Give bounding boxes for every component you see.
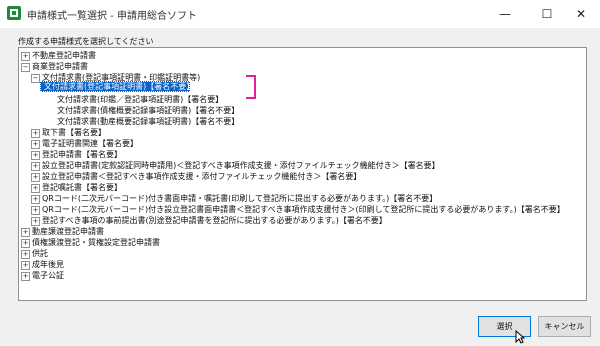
expand-icon[interactable]: + bbox=[21, 52, 30, 61]
collapse-icon[interactable]: − bbox=[21, 63, 30, 72]
expand-icon[interactable]: + bbox=[21, 250, 30, 259]
close-button[interactable]: ✕ bbox=[562, 0, 600, 28]
tree-item-label: 成年後見 bbox=[32, 260, 64, 269]
window-title: 申請様式一覧選択 - 申請用総合ソフト bbox=[27, 11, 197, 22]
expand-icon[interactable]: + bbox=[21, 228, 30, 237]
tree-item-label: 債権譲渡登記・質権設定登記申請書 bbox=[32, 238, 160, 247]
annotation-bracket bbox=[246, 75, 256, 99]
expand-icon[interactable]: + bbox=[31, 217, 40, 226]
expand-icon[interactable]: + bbox=[31, 151, 40, 160]
tree-item-label: 登記申請書【署名要】 bbox=[42, 150, 122, 159]
expand-icon[interactable]: + bbox=[31, 129, 40, 138]
tree-item-label: 電子公証 bbox=[32, 271, 64, 280]
expand-icon[interactable]: + bbox=[31, 162, 40, 171]
tree-item-label: 設立登記申請書(定款認証同時申請用)＜登記すべき事項作成支援・添付ファイルチェッ… bbox=[42, 161, 440, 170]
expand-icon[interactable]: + bbox=[21, 261, 30, 270]
tree-item-label: 登記すべき事項の事前提出書(別途登記申請書を登記所に提出する必要があります。)【… bbox=[42, 216, 387, 225]
title-bar: 申請様式一覧選択 - 申請用総合ソフト — ☐ ✕ bbox=[0, 0, 600, 28]
tree-item-label: QRコード(二次元バーコード)付き書面申請・嘱託書(印刷して登記所に提出する必要… bbox=[42, 194, 438, 203]
tree-item-label: QRコード(二次元バーコード)付き設立登記書面申請書＜登記すべき事項作成支援付き… bbox=[42, 205, 565, 214]
minimize-button[interactable]: — bbox=[486, 0, 524, 28]
expand-icon[interactable]: + bbox=[31, 184, 40, 193]
expand-icon[interactable]: + bbox=[31, 206, 40, 215]
expand-icon[interactable]: + bbox=[31, 195, 40, 204]
tree-item-label: 設立登記申請書＜登記すべき事項作成支援・添付ファイルチェック機能付き＞【署名要】 bbox=[42, 172, 362, 181]
collapse-icon[interactable]: − bbox=[31, 74, 40, 83]
expand-icon[interactable]: + bbox=[31, 173, 40, 182]
expand-icon[interactable]: + bbox=[21, 239, 30, 248]
mouse-cursor-icon bbox=[515, 330, 525, 344]
dialog-body: 作成する申請様式を選択してください + 不動産登記申請書 − 商業登記申請書 −… bbox=[0, 28, 600, 346]
tree-item-label: 供託 bbox=[32, 249, 48, 258]
tree-item-selected[interactable]: 文付請求書(登記事項証明書)【署名不要】 bbox=[44, 81, 194, 92]
tree-item-label: 電子証明書関連【署名要】 bbox=[42, 139, 138, 148]
cancel-button[interactable]: キャンセル bbox=[538, 316, 591, 337]
maximize-button[interactable]: ☐ bbox=[528, 0, 566, 28]
tree-item-label: 文付請求書(印鑑／登記事項証明書)【署名要】 bbox=[57, 95, 224, 104]
tree-item-label: 取下書【署名要】 bbox=[42, 128, 106, 137]
expand-icon[interactable]: + bbox=[21, 272, 30, 281]
tree-item-label: 文付請求書(債権概要記録事項証明書)【署名不要】 bbox=[57, 106, 240, 115]
expand-icon[interactable]: + bbox=[31, 140, 40, 149]
tree-item-label: 登記嘱託書【署名要】 bbox=[42, 183, 122, 192]
instruction-label: 作成する申請様式を選択してください bbox=[18, 37, 154, 46]
tree-item-label: 動産譲渡登記申請書 bbox=[32, 227, 104, 236]
tree-item-label: 文付請求書(動産概要記録事項証明書)【署名不要】 bbox=[57, 117, 240, 126]
tree-item-label: 商業登記申請書 bbox=[32, 62, 88, 71]
app-icon bbox=[7, 6, 21, 20]
tree-item-label: 不動産登記申請書 bbox=[32, 51, 96, 60]
